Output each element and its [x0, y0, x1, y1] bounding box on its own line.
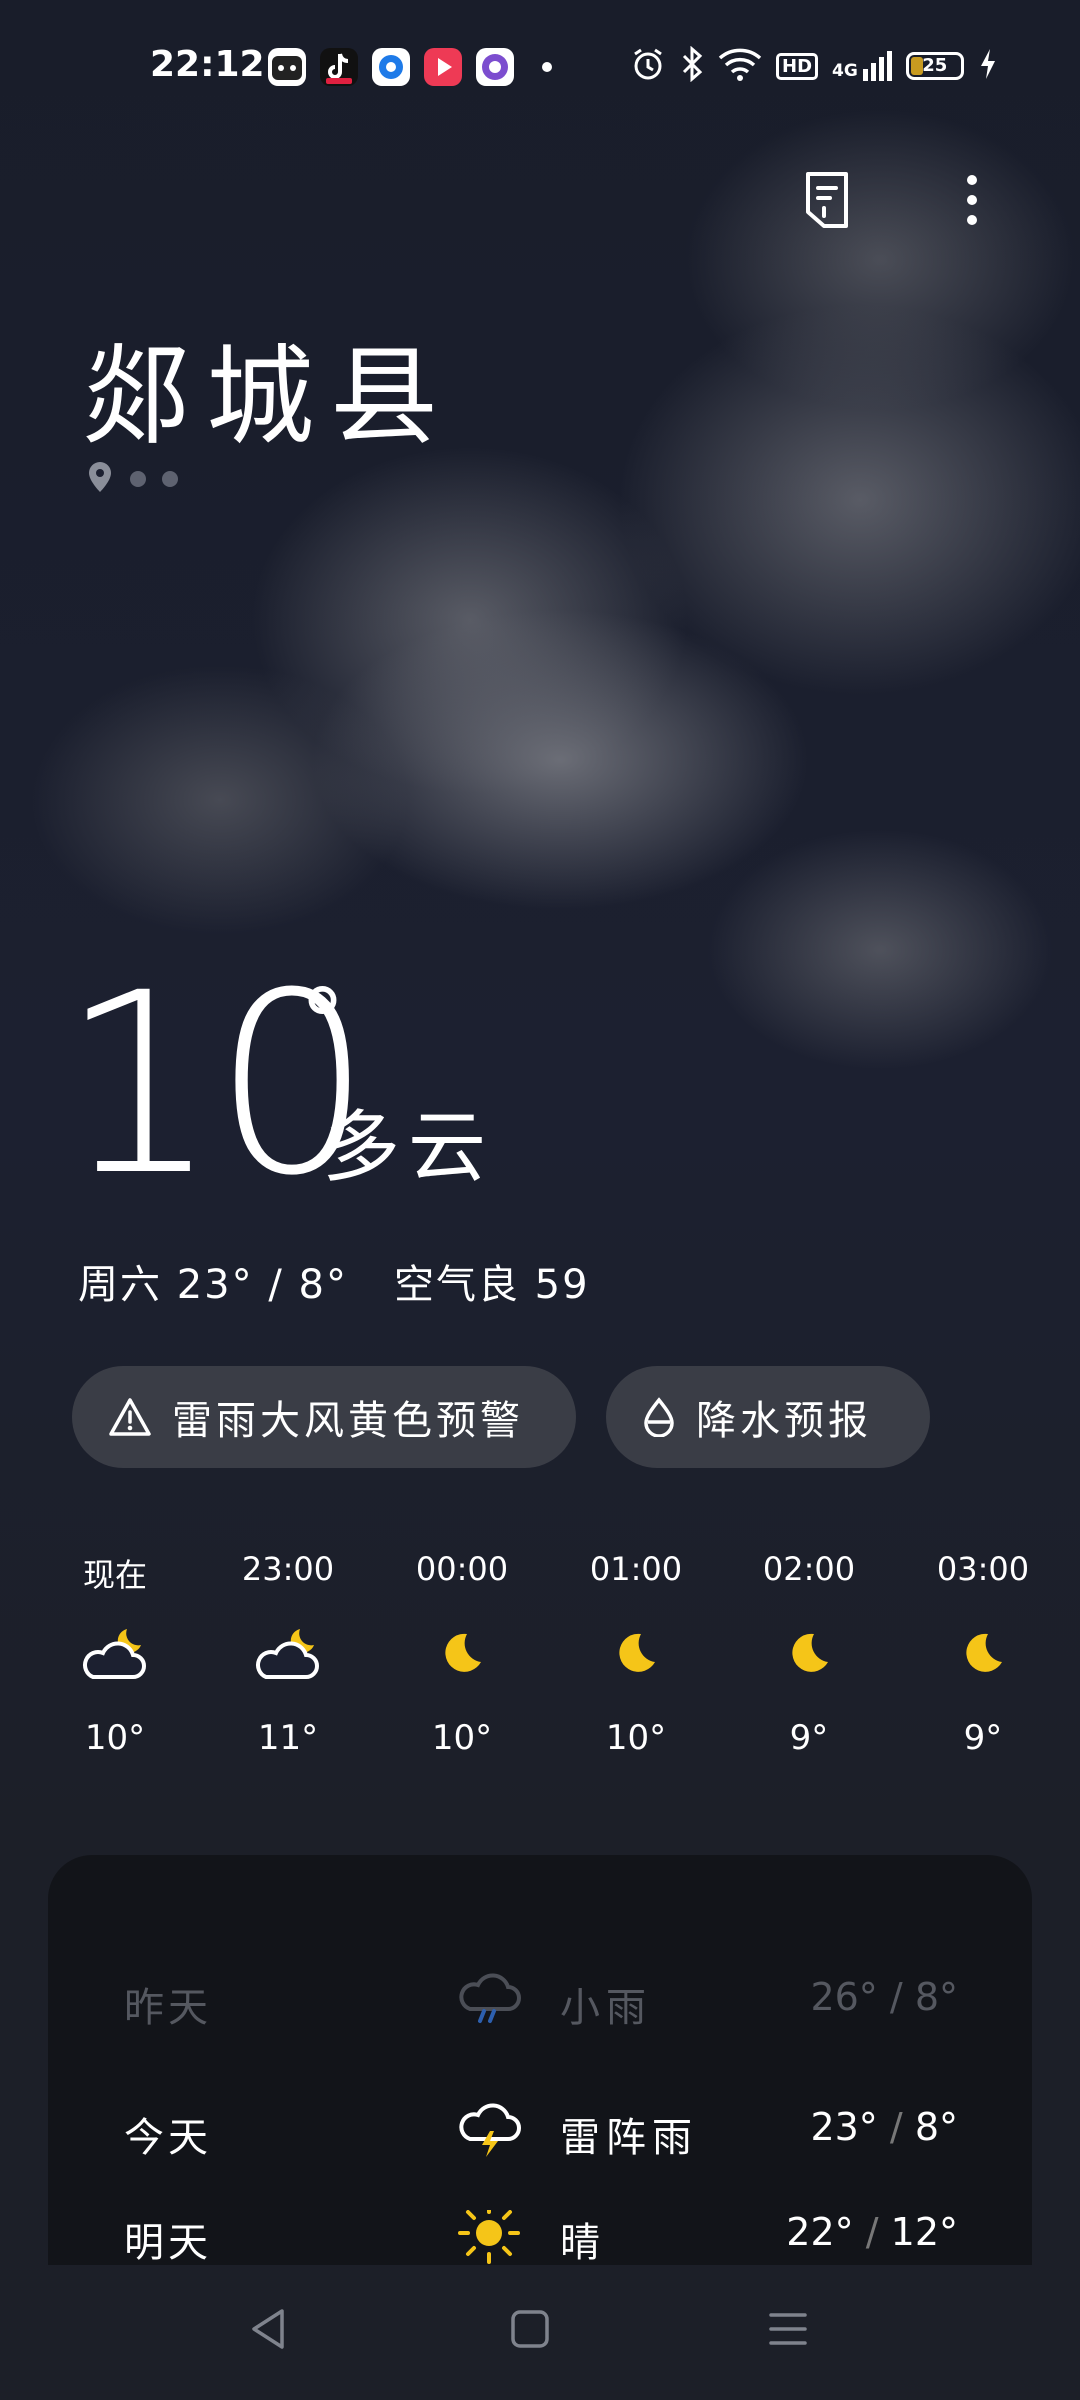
back-icon[interactable] — [248, 2307, 288, 2354]
cat-app-icon — [268, 48, 306, 86]
hour-item: 01:00 10° — [571, 1550, 701, 1758]
wifi-icon — [718, 46, 762, 86]
cloudy-night-icon — [223, 1618, 353, 1688]
moon-icon — [397, 1618, 527, 1688]
daily-forecast-card[interactable]: 昨天 小雨 26° / 8° 今天 雷阵雨 23° / 8° 明天 晴 22° … — [48, 1855, 1032, 2265]
tiktok-icon — [320, 48, 358, 86]
rain-icon — [454, 1965, 524, 2029]
page-dot — [162, 471, 178, 487]
hd-icon: HD — [776, 52, 819, 80]
system-icons: HD 4G 25 — [630, 45, 998, 86]
browser-app-icon — [372, 48, 410, 86]
cloudy-night-icon — [50, 1618, 180, 1688]
hour-item: 02:00 9° — [744, 1550, 874, 1758]
recents-icon[interactable] — [768, 2309, 808, 2352]
page-dot — [130, 471, 146, 487]
warning-icon — [109, 1398, 151, 1436]
today-temp-range: 周六 23° / 8° — [78, 1262, 348, 1308]
air-quality[interactable]: 空气良 59 — [394, 1262, 590, 1308]
hour-item: 00:00 10° — [397, 1550, 527, 1758]
hour-item: 现在 10° — [50, 1550, 180, 1758]
thunderstorm-icon — [454, 2095, 524, 2163]
battery-icon: 25 — [905, 52, 964, 80]
moon-icon — [918, 1618, 1048, 1688]
bluetooth-icon — [680, 45, 704, 86]
status-time: 22:12 — [150, 44, 265, 85]
moon-icon — [571, 1618, 701, 1688]
daily-row-yesterday[interactable]: 昨天 小雨 26° / 8° — [48, 1945, 1032, 2045]
charging-icon — [978, 47, 998, 85]
more-menu-icon[interactable] — [962, 172, 982, 231]
daily-row-tomorrow[interactable]: 明天 晴 22° / 12° — [48, 2210, 1032, 2265]
notification-icons — [268, 48, 552, 86]
news-icon[interactable] — [802, 170, 852, 233]
current-condition: 多云 — [322, 1103, 495, 1193]
daily-row-today[interactable]: 今天 雷阵雨 23° / 8° — [48, 2075, 1032, 2175]
purple-app-icon — [476, 48, 514, 86]
signal-4g-icon: 4G — [832, 51, 892, 81]
navigation-bar — [0, 2265, 1080, 2400]
alarm-icon — [630, 46, 666, 86]
location-pin-icon — [86, 460, 114, 498]
city-name: 郯城县 — [82, 335, 455, 460]
more-notifications-dot — [542, 62, 552, 72]
moon-icon — [744, 1618, 874, 1688]
home-icon[interactable] — [510, 2309, 550, 2352]
degree-symbol: ° — [300, 970, 345, 1075]
weather-warning-button[interactable]: 雷雨大风黄色预警 — [72, 1366, 576, 1468]
city-page-indicator[interactable] — [86, 460, 178, 498]
hour-item: 03:00 9° — [918, 1550, 1048, 1758]
water-drop-icon — [644, 1397, 674, 1437]
sun-icon — [454, 2210, 524, 2265]
hour-item: 23:00 11° — [223, 1550, 353, 1758]
precipitation-forecast-button[interactable]: 降水预报 — [606, 1366, 930, 1468]
video-app-icon — [424, 48, 462, 86]
day-summary[interactable]: 周六 23° / 8° 空气良 59 — [78, 1252, 590, 1310]
